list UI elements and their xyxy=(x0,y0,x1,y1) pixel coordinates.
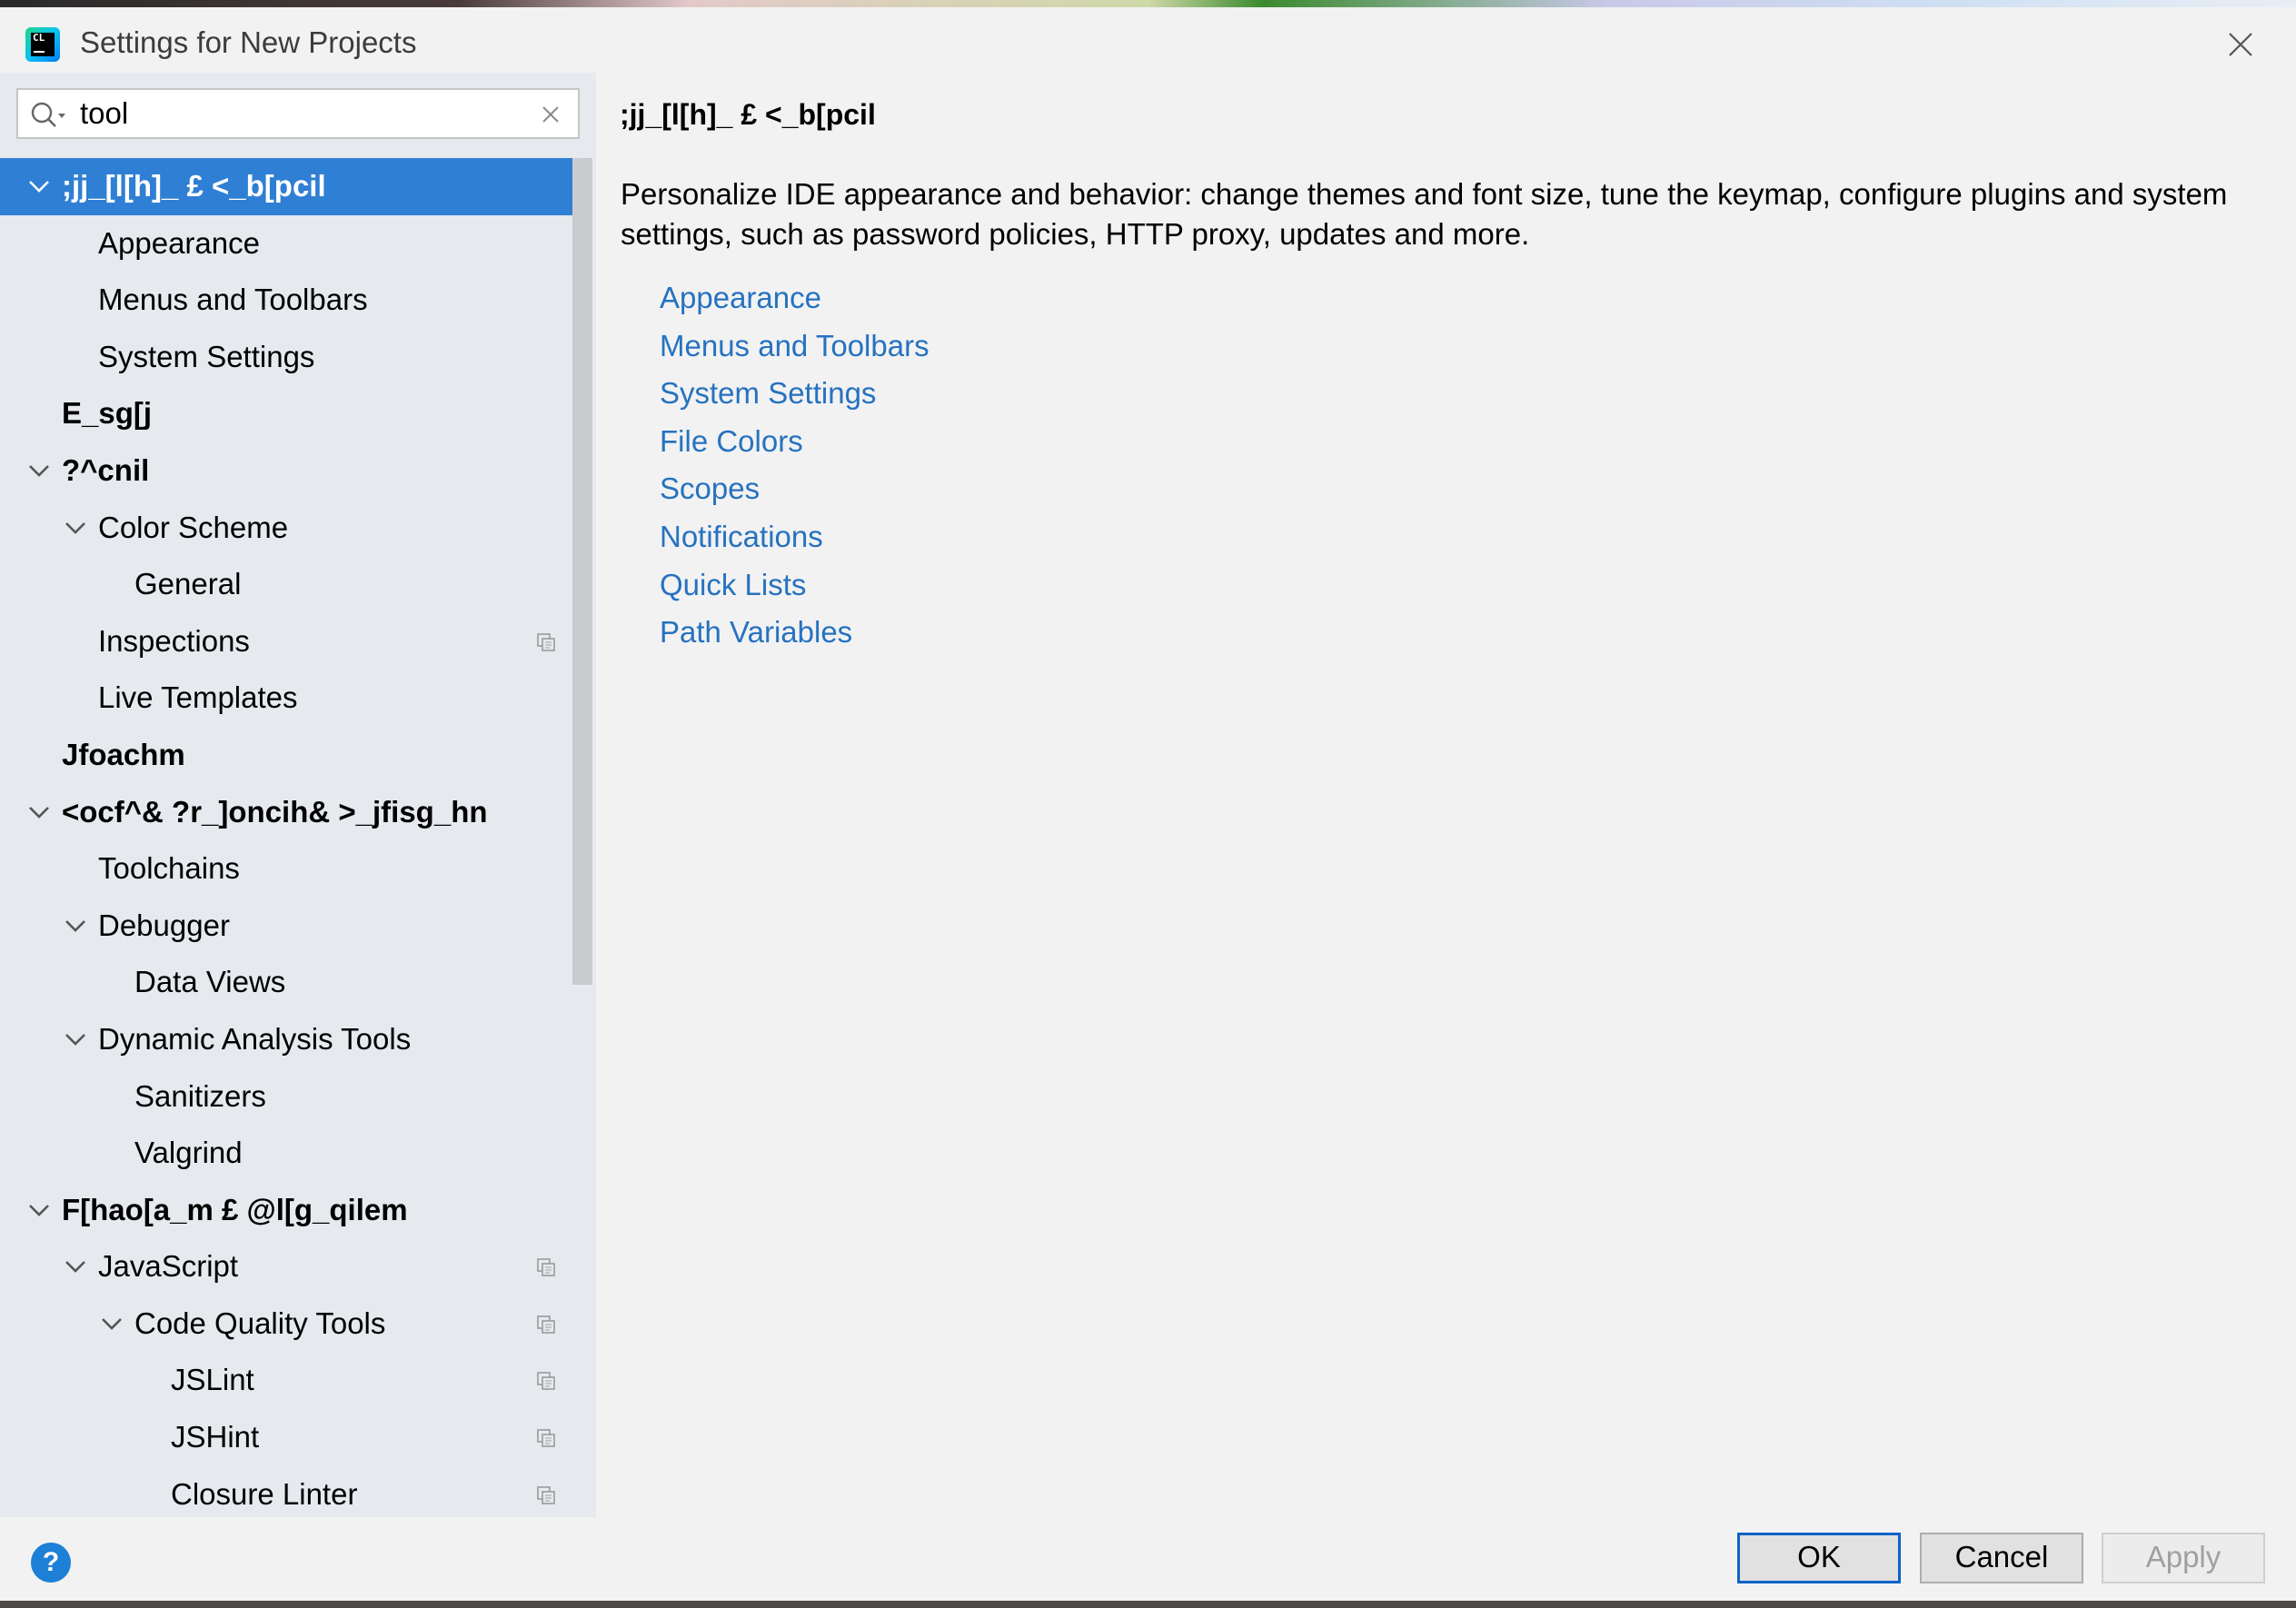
tree-item-label: Inspections xyxy=(98,623,250,658)
settings-link-notifications[interactable]: Notifications xyxy=(660,513,929,561)
app-icon-label: CL xyxy=(33,32,45,44)
title-bar: CL Settings for New Projects xyxy=(0,7,2296,73)
chevron-down-icon[interactable] xyxy=(64,916,87,936)
cancel-button[interactable]: Cancel xyxy=(1920,1533,2083,1583)
tree-item-label: ;jj_[l[h]_ £ <_b[pcil xyxy=(62,169,326,203)
copy-settings-icon xyxy=(537,1258,555,1277)
tree-item-label: JSLint xyxy=(171,1363,254,1397)
tree-item-label: E_sg[j xyxy=(62,396,153,431)
tree-item-jslint[interactable]: JSLint xyxy=(0,1352,578,1409)
tree-item-general[interactable]: General xyxy=(0,556,578,613)
page-title: ;jj_[l[h]_ £ <_b[pcil xyxy=(620,98,876,131)
tree-item-plugins[interactable]: Jfoachm xyxy=(0,727,578,784)
tree-item-closure-linter[interactable]: Closure Linter xyxy=(0,1466,578,1524)
chevron-down-icon[interactable] xyxy=(64,1029,87,1049)
chevron-down-icon[interactable] xyxy=(27,176,51,196)
search-input-value[interactable]: tool xyxy=(80,95,128,132)
tree-item-label: Dynamic Analysis Tools xyxy=(98,1021,412,1056)
tree-item-label: Live Templates xyxy=(98,680,298,715)
tree-item-system-settings[interactable]: System Settings xyxy=(0,329,578,386)
chevron-down-icon[interactable] xyxy=(100,1314,124,1334)
chevron-down-icon[interactable] xyxy=(64,1256,87,1276)
tree-item-editor[interactable]: ?^cnil xyxy=(0,442,578,500)
clion-app-icon: CL xyxy=(25,27,60,62)
tree-item-languages-frameworks[interactable]: F[hao[a_m £ @l[g_qilem xyxy=(0,1182,578,1239)
tree-item-dynamic-analysis-tools[interactable]: Dynamic Analysis Tools xyxy=(0,1011,578,1068)
chevron-down-icon[interactable] xyxy=(27,1200,51,1220)
clear-search-icon[interactable] xyxy=(540,104,562,125)
window-title: Settings for New Projects xyxy=(80,25,417,59)
settings-tree: ;jj_[l[h]_ £ <_b[pcil Appearance Menus and… xyxy=(0,158,578,1523)
sidebar-scrollbar[interactable] xyxy=(572,158,592,985)
tree-item-javascript[interactable]: JavaScript xyxy=(0,1238,578,1295)
desktop-bottom-edge xyxy=(0,1601,2296,1608)
tree-item-label: Debugger xyxy=(98,908,230,942)
tree-item-label: F[hao[a_m £ @l[g_qilem xyxy=(62,1192,408,1226)
settings-link-appearance[interactable]: Appearance xyxy=(660,274,929,323)
settings-link-file-colors[interactable]: File Colors xyxy=(660,418,929,466)
tree-item-menus-toolbars[interactable]: Menus and Toolbars xyxy=(0,272,578,329)
settings-link-system-settings[interactable]: System Settings xyxy=(660,370,929,418)
tree-item-color-scheme[interactable]: Color Scheme xyxy=(0,500,578,557)
tree-item-label: Color Scheme xyxy=(98,510,289,544)
tree-item-debugger[interactable]: Debugger xyxy=(0,898,578,955)
search-input[interactable]: tool xyxy=(16,88,580,139)
tree-item-label: General xyxy=(134,567,242,601)
copy-settings-icon xyxy=(537,1485,555,1504)
tree-item-code-quality-tools[interactable]: Code Quality Tools xyxy=(0,1295,578,1353)
settings-link-path-variables[interactable]: Path Variables xyxy=(660,609,929,657)
copy-settings-icon xyxy=(537,1315,555,1334)
copy-settings-icon xyxy=(537,1372,555,1391)
search-icon[interactable] xyxy=(29,99,69,132)
tree-item-valgrind[interactable]: Valgrind xyxy=(0,1125,578,1182)
tree-item-label: <ocf^& ?r_]oncih& >_jfisg_hn xyxy=(62,794,488,829)
tree-item-appearance[interactable]: Appearance xyxy=(0,215,578,273)
settings-link-quick-lists[interactable]: Quick Lists xyxy=(660,561,929,610)
tree-item-label: JavaScript xyxy=(98,1249,239,1284)
apply-button[interactable]: Apply xyxy=(2102,1533,2265,1583)
copy-settings-icon xyxy=(537,632,555,651)
tree-item-label: System Settings xyxy=(98,339,315,373)
tree-item-sanitizers[interactable]: Sanitizers xyxy=(0,1068,578,1126)
tree-item-label: Closure Linter xyxy=(171,1476,358,1511)
tree-item-label: Sanitizers xyxy=(134,1078,266,1113)
tree-item-data-views[interactable]: Data Views xyxy=(0,954,578,1011)
tree-item-live-templates[interactable]: Live Templates xyxy=(0,670,578,727)
tree-item-label: Code Quality Tools xyxy=(134,1305,386,1340)
settings-sidebar: tool ;jj_[l[h]_ £ <_b[pcil Appearance Menu… xyxy=(0,73,596,1517)
help-icon[interactable]: ? xyxy=(31,1543,71,1583)
tree-item-build-execution-deployment[interactable]: <ocf^& ?r_]oncih& >_jfisg_hn xyxy=(0,784,578,841)
tree-item-label: Toolchains xyxy=(98,851,240,886)
desktop-background xyxy=(0,0,2296,7)
chevron-down-icon[interactable] xyxy=(27,802,51,822)
chevron-down-icon[interactable] xyxy=(27,461,51,481)
settings-link-menus-and-toolbars[interactable]: Menus and Toolbars xyxy=(660,323,929,371)
settings-dialog: CL Settings for New Projects tool ;jj_[l… xyxy=(0,7,2296,1608)
ok-button[interactable]: OK xyxy=(1737,1533,1901,1583)
copy-settings-icon xyxy=(537,1429,555,1447)
tree-item-toolchains[interactable]: Toolchains xyxy=(0,840,578,898)
tree-item-label: Appearance xyxy=(98,225,260,260)
tree-item-appearance-behavior[interactable]: ;jj_[l[h]_ £ <_b[pcil xyxy=(0,158,578,215)
tree-item-label: Jfoachm xyxy=(62,737,185,771)
settings-link-scopes[interactable]: Scopes xyxy=(660,465,929,513)
tree-item-keymap[interactable]: E_sg[j xyxy=(0,385,578,442)
tree-item-label: ?^cnil xyxy=(62,452,150,487)
tree-item-label: Menus and Toolbars xyxy=(98,283,368,317)
tree-item-label: Data Views xyxy=(134,965,286,999)
chevron-down-icon[interactable] xyxy=(64,518,87,538)
tree-item-inspections[interactable]: Inspections xyxy=(0,613,578,670)
page-description: Personalize IDE appearance and behavior:… xyxy=(621,177,2228,251)
tree-item-label: JSHint xyxy=(171,1420,260,1454)
settings-links: Appearance Menus and Toolbars System Setti… xyxy=(660,274,929,657)
tree-item-label: Valgrind xyxy=(134,1136,243,1170)
close-icon[interactable] xyxy=(2227,31,2254,58)
tree-item-jshint[interactable]: JSHint xyxy=(0,1409,578,1466)
